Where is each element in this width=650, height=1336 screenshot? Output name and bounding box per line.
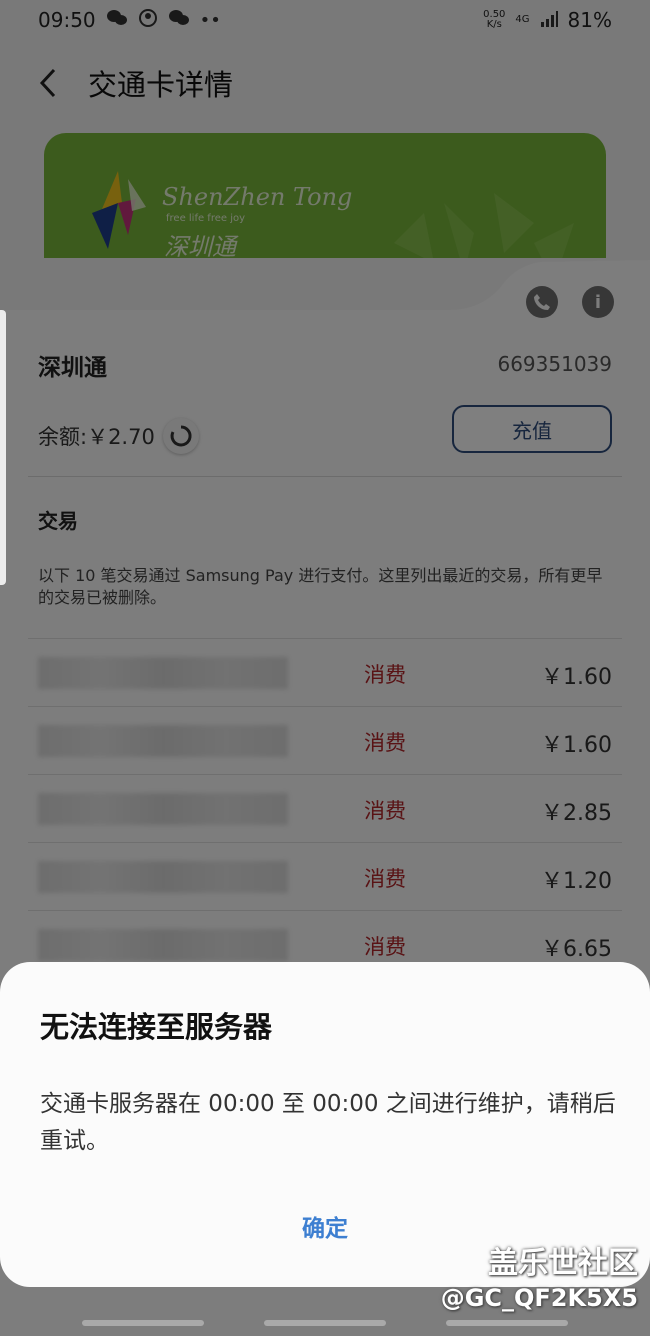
dialog-title: 无法连接至服务器 xyxy=(40,1010,273,1044)
edge-panel-handle[interactable] xyxy=(0,310,6,585)
nav-hint-center xyxy=(264,1320,386,1326)
nav-hint-left xyxy=(82,1320,204,1326)
dialog-message: 交通卡服务器在 00:00 至 00:00 之间进行维护，请稍后重试。 xyxy=(40,1091,616,1154)
nav-hint-right xyxy=(446,1320,568,1326)
watermark-id: @GC_QF2K5X5 xyxy=(440,1284,638,1312)
watermark-title: 盖乐世社区 xyxy=(488,1246,638,1281)
confirm-button[interactable]: 确定 xyxy=(275,1202,375,1250)
